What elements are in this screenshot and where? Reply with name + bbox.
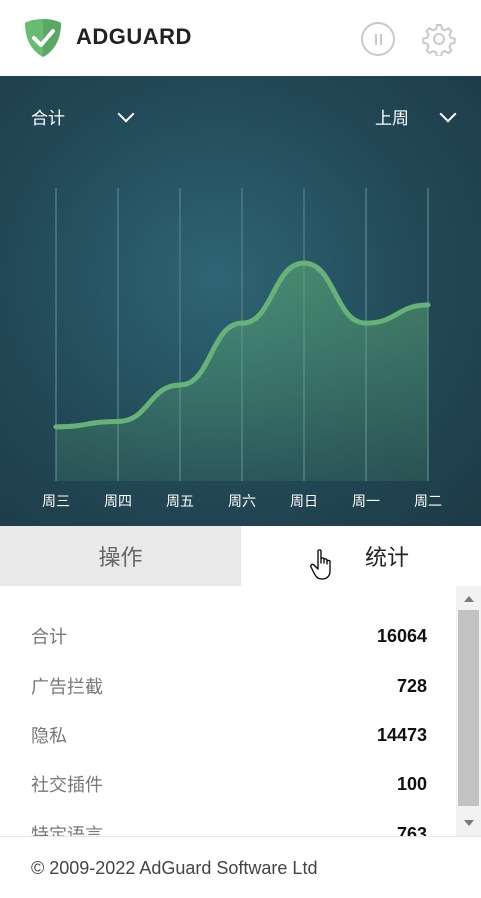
tab-actions[interactable]: 操作 bbox=[0, 526, 241, 586]
scrollbar-thumb[interactable] bbox=[458, 610, 479, 806]
x-tick-label: 周六 bbox=[228, 494, 256, 510]
app-header: ADGUARD bbox=[0, 0, 481, 76]
tab-bar: 操作 统计 bbox=[0, 526, 481, 586]
pause-protection-button[interactable] bbox=[361, 22, 395, 56]
x-tick-label: 周五 bbox=[166, 494, 194, 510]
x-tick-label: 周二 bbox=[414, 494, 442, 510]
brand-name: ADGUARD bbox=[76, 24, 192, 49]
list-item: 特定语言 763 bbox=[31, 822, 427, 837]
traffic-area-chart: 周三 周四 周五 周六 周日 周一 周二 bbox=[42, 188, 442, 510]
copyright-text: © 2009-2022 AdGuard Software Ltd bbox=[31, 858, 318, 878]
stat-value: 100 bbox=[396, 773, 427, 794]
statistics-chart-panel: 合计 上周 周三 周四 周五 周六 周日 周一 周二 bbox=[0, 76, 481, 526]
tab-statistics[interactable]: 统计 bbox=[241, 526, 481, 586]
stat-label: 隐私 bbox=[31, 726, 67, 747]
tab-statistics-label: 统计 bbox=[364, 546, 409, 571]
stat-label: 合计 bbox=[31, 627, 67, 648]
list-item: 社交插件 100 bbox=[31, 772, 427, 797]
stat-label: 社交插件 bbox=[31, 775, 103, 796]
x-tick-label: 周四 bbox=[104, 494, 132, 510]
stat-value: 14473 bbox=[376, 724, 427, 745]
stat-label: 特定语言 bbox=[31, 825, 103, 836]
adguard-shield-logo bbox=[25, 19, 61, 57]
list-item: 广告拦截 728 bbox=[31, 674, 427, 699]
stats-scrollbar[interactable] bbox=[456, 586, 481, 836]
gear-icon[interactable] bbox=[422, 22, 456, 56]
footer: © 2009-2022 AdGuard Software Ltd bbox=[0, 836, 481, 898]
stat-label: 广告拦截 bbox=[31, 677, 103, 698]
scroll-down-arrow-icon[interactable] bbox=[464, 820, 474, 826]
scroll-up-arrow-icon[interactable] bbox=[464, 596, 474, 602]
statistics-list: 合计 16064 广告拦截 728 隐私 14473 社交插件 100 特定语言… bbox=[0, 586, 456, 836]
x-tick-label: 周一 bbox=[352, 494, 380, 510]
list-item: 合计 16064 bbox=[31, 624, 427, 649]
list-item: 隐私 14473 bbox=[31, 723, 427, 748]
x-tick-label: 周日 bbox=[290, 494, 318, 510]
tab-actions-label: 操作 bbox=[98, 546, 143, 571]
hand-cursor-icon bbox=[310, 549, 331, 580]
stat-value: 728 bbox=[396, 675, 427, 696]
x-tick-label: 周三 bbox=[42, 494, 70, 510]
stat-value: 16064 bbox=[376, 625, 427, 646]
stat-value: 763 bbox=[396, 823, 427, 837]
